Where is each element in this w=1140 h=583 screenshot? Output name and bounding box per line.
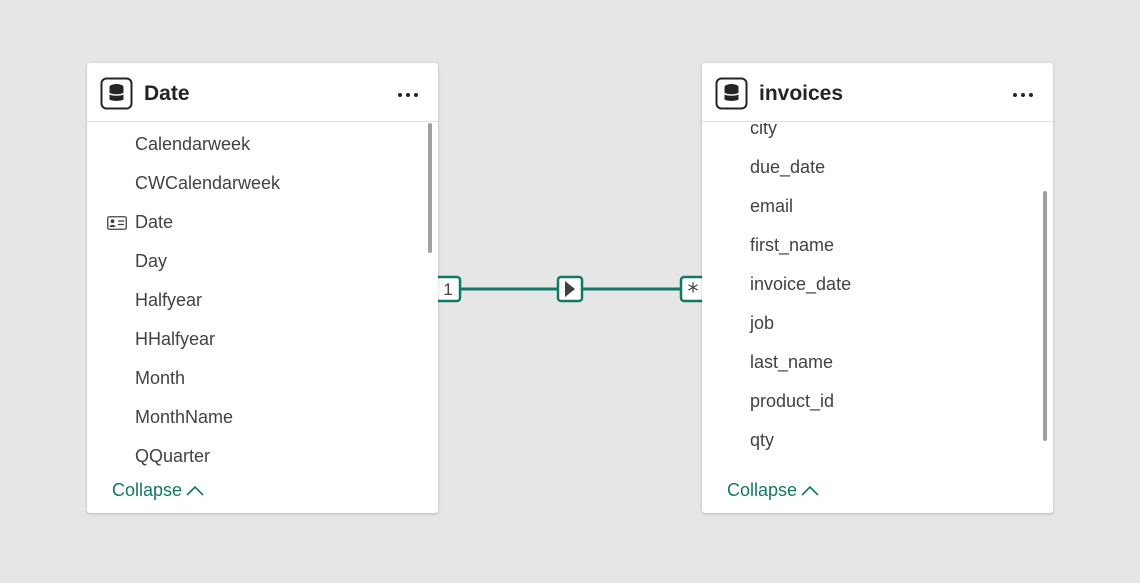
field-item[interactable]: last_name <box>750 352 833 376</box>
field-item[interactable]: Halfyear <box>135 290 202 314</box>
more-options-icon[interactable] <box>398 93 418 97</box>
scrollbar-thumb[interactable] <box>1043 191 1047 441</box>
field-item[interactable]: due_date <box>750 157 825 181</box>
field-item[interactable]: CWCalendarweek <box>135 173 280 197</box>
table-title: invoices <box>759 82 844 105</box>
collapse-label: Collapse <box>112 480 183 500</box>
field-item[interactable]: city <box>750 123 777 142</box>
chevron-up-icon <box>186 486 204 496</box>
chevron-up-icon <box>801 486 819 496</box>
cardinality-one-label: 1 <box>443 280 452 299</box>
field-item[interactable]: product_id <box>750 391 834 415</box>
field-item[interactable]: QQuarter <box>135 446 210 470</box>
field-list[interactable]: Calendarweek CWCalendarweek Date Day Hal… <box>87 123 438 476</box>
scrollbar-thumb[interactable] <box>428 123 432 253</box>
field-item[interactable]: email <box>750 196 793 220</box>
table-card-header[interactable]: Date <box>87 63 438 122</box>
collapse-label: Collapse <box>727 480 798 500</box>
more-options-icon[interactable] <box>1013 93 1033 97</box>
collapse-button[interactable]: Collapse <box>727 480 819 501</box>
field-item[interactable]: MonthName <box>135 407 233 431</box>
cardinality-many-label: * <box>688 280 699 305</box>
table-database-icon <box>100 77 133 110</box>
field-item[interactable]: job <box>750 313 774 337</box>
table-card-date[interactable]: Date Calendarweek CWCalendarweek Date Da… <box>87 63 438 513</box>
field-item[interactable]: HHalfyear <box>135 329 215 353</box>
table-card-invoices[interactable]: invoices city due_date email first_name … <box>702 63 1053 513</box>
field-item[interactable]: Date <box>135 212 173 236</box>
key-field-icon <box>107 216 127 230</box>
field-item[interactable]: first_name <box>750 235 834 259</box>
field-item[interactable]: Month <box>135 368 185 392</box>
field-item[interactable]: Day <box>135 251 167 275</box>
field-item[interactable]: qty <box>750 430 774 454</box>
field-item[interactable]: Calendarweek <box>135 134 250 158</box>
table-card-header[interactable]: invoices <box>702 63 1053 122</box>
field-list[interactable]: city due_date email first_name invoice_d… <box>702 123 1053 476</box>
table-database-icon <box>715 77 748 110</box>
table-title: Date <box>144 82 190 105</box>
field-item[interactable]: invoice_date <box>750 274 851 298</box>
collapse-button[interactable]: Collapse <box>112 480 204 501</box>
